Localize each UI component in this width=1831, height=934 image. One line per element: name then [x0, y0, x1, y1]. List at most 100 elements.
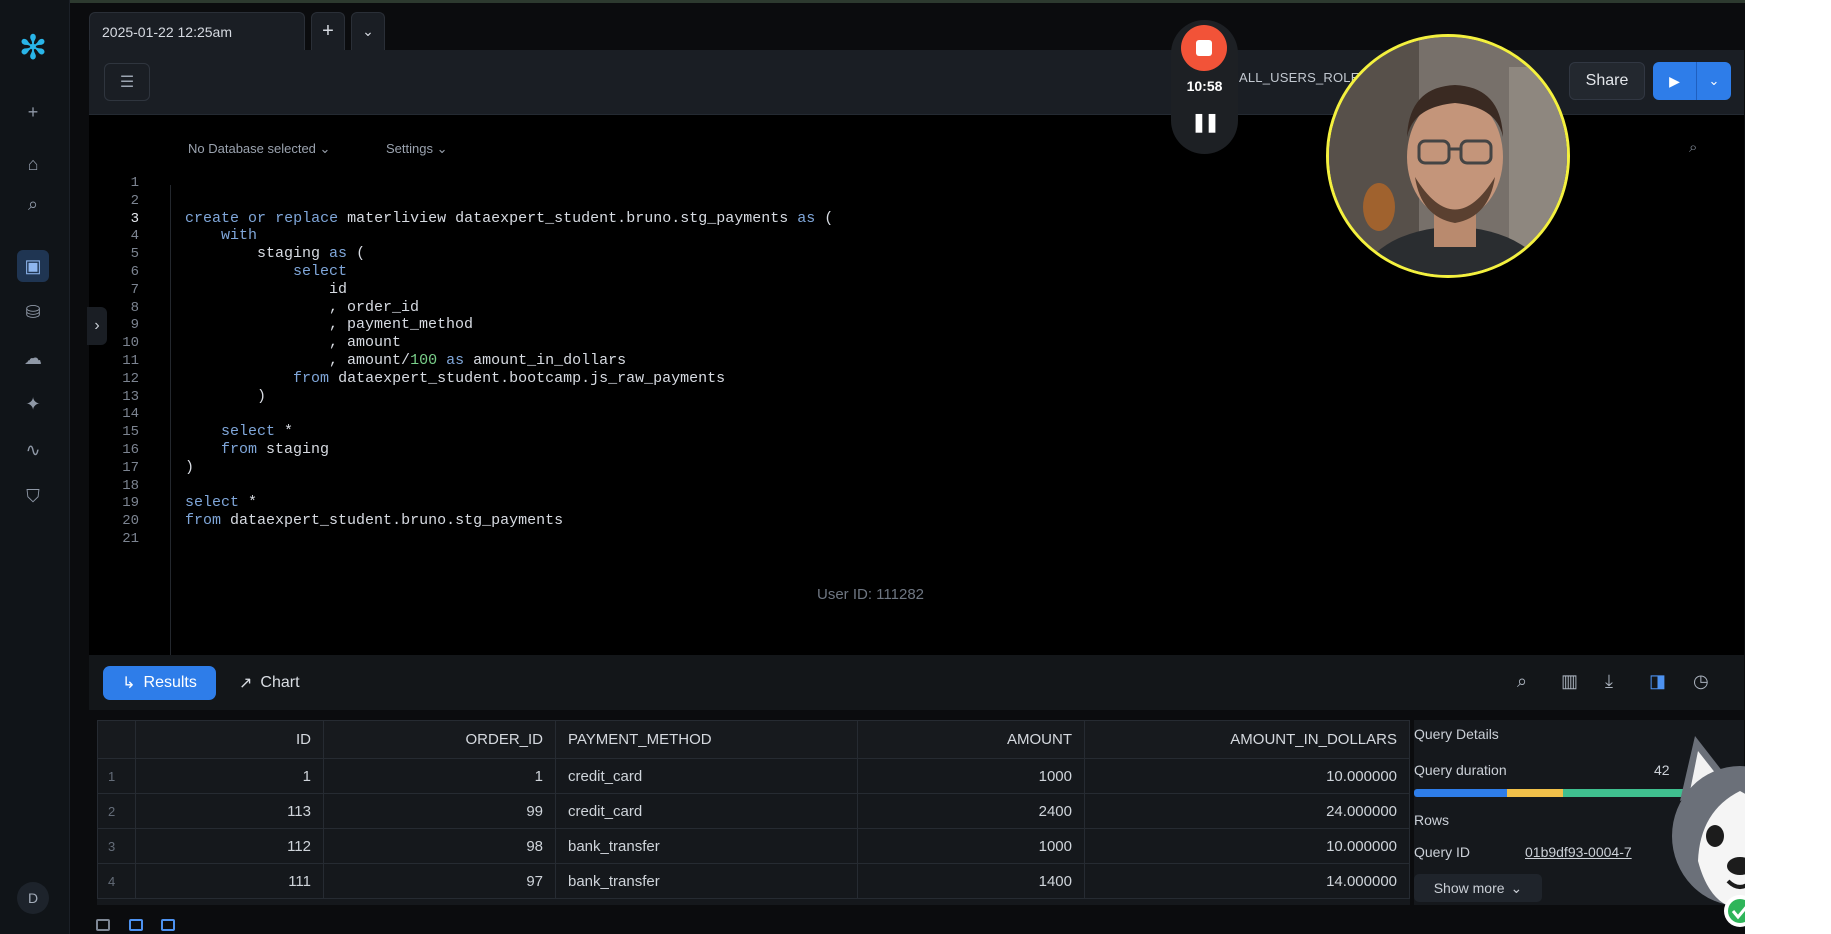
share-button[interactable]: Share	[1569, 62, 1645, 100]
table-cell[interactable]: 1000	[857, 758, 1085, 794]
run-options-button[interactable]: ⌄	[1697, 62, 1731, 100]
search-results-icon[interactable]: ⌕	[1517, 671, 1527, 692]
table-cell[interactable]: 10.000000	[1084, 758, 1410, 794]
screen-recorder-widget: 10:58 ❚❚	[1171, 20, 1238, 154]
table-cell[interactable]: 98	[323, 828, 556, 864]
sql-keyword: select	[293, 263, 348, 280]
stop-icon	[1196, 40, 1212, 56]
scroll-thumb[interactable]	[1745, 0, 1831, 934]
columns-icon[interactable]: ▥	[1561, 671, 1578, 692]
table-cell[interactable]: 2400	[857, 793, 1085, 829]
webcam-person-image	[1329, 37, 1567, 275]
chevron-down-icon: ⌄	[319, 141, 331, 156]
layout-results-icon[interactable]	[161, 919, 175, 931]
search-icon[interactable]: ⌕	[17, 188, 49, 220]
rows-label: Rows	[1414, 812, 1450, 828]
column-header-id[interactable]: ID	[135, 720, 324, 759]
monitoring-activity-icon[interactable]: ∿	[17, 434, 49, 466]
table-row[interactable]: 1 1 1 credit_card 1000 10.000000	[97, 758, 1410, 794]
editor-search-icon[interactable]: ⌕	[1689, 139, 1697, 156]
row-number: 2	[97, 793, 136, 829]
layout-editor-icon[interactable]	[129, 919, 143, 931]
show-more-button[interactable]: Show more ⌄	[1414, 874, 1542, 902]
snowflake-logo-icon[interactable]: ✻	[13, 28, 53, 68]
table-cell[interactable]: 1000	[857, 828, 1085, 864]
table-cell[interactable]: 10.000000	[1084, 828, 1410, 864]
pause-recording-button[interactable]: ❚❚	[1171, 112, 1238, 133]
create-plus-icon[interactable]: +	[17, 96, 49, 128]
database-selector-label: No Database selected	[188, 141, 316, 156]
line-number: 21	[122, 531, 139, 547]
table-cell[interactable]: 14.000000	[1084, 863, 1410, 899]
worksheets-icon[interactable]: ▣	[17, 250, 49, 282]
chart-tab-label: Chart	[260, 674, 300, 691]
sql-keyword: from	[221, 441, 258, 458]
row-number: 4	[97, 863, 136, 899]
duration-segment-queue	[1507, 789, 1563, 797]
query-id-link[interactable]: 01b9df93-0004-7	[1525, 844, 1632, 860]
table-row[interactable]: 4 111 97 bank_transfer 1400 14.000000	[97, 863, 1410, 899]
table-cell[interactable]: 97	[323, 863, 556, 899]
sql-keyword: from	[293, 369, 330, 387]
run-button-group: ▶ ⌄	[1653, 62, 1731, 100]
details-panel-toggle-icon[interactable]: ◨	[1649, 671, 1666, 692]
code-text: )	[185, 458, 195, 476]
table-cell[interactable]: 1400	[857, 863, 1085, 899]
tabs-dropdown-button[interactable]: ⌄	[351, 12, 385, 50]
table-row[interactable]: 2 113 99 credit_card 2400 24.000000	[97, 793, 1410, 829]
column-header-payment-method[interactable]: PAYMENT_METHOD	[555, 720, 858, 759]
app-window: ✻ + ⌂ ⌕ ▣ ⛁ ☁ ✦ ∿ ⛉ D 2025-01-22 12:25am…	[0, 0, 1831, 934]
table-cell[interactable]: 99	[323, 793, 556, 829]
table-cell[interactable]: 112	[135, 828, 324, 864]
column-header-order-id[interactable]: ORDER_ID	[323, 720, 556, 759]
table-cell[interactable]: 111	[135, 863, 324, 899]
sql-keyword: replace	[275, 209, 339, 227]
data-database-icon[interactable]: ⛁	[17, 296, 49, 328]
sql-keyword: select	[221, 423, 276, 441]
sql-keyword: as	[446, 352, 465, 369]
code-text: from dataexpert_student.bootcamp.js_raw_…	[293, 369, 726, 387]
column-header-amount-in-dollars[interactable]: AMOUNT_IN_DOLLARS	[1084, 720, 1410, 759]
header-row: ID ORDER_ID PAYMENT_METHOD AMOUNT AMOUNT…	[97, 720, 1410, 759]
gutter-divider	[170, 185, 171, 655]
database-selector[interactable]: No Database selected ⌄	[188, 141, 330, 157]
settings-selector[interactable]: Settings ⌄	[386, 141, 448, 157]
left-nav-rail: ✻ + ⌂ ⌕ ▣ ⛁ ☁ ✦ ∿ ⛉ D	[0, 0, 70, 934]
governance-shield-icon[interactable]: ⛉	[17, 480, 49, 512]
results-tab[interactable]: ↳ Results	[103, 666, 216, 700]
layout-left-icon[interactable]	[96, 919, 110, 931]
results-toolbar: ↳ Results ↗ Chart ⌕ ▥ ⤓ ◨ ◷	[89, 655, 1744, 710]
table-cell[interactable]: bank_transfer	[555, 863, 858, 899]
run-button[interactable]: ▶	[1653, 62, 1697, 100]
results-body: 1 1 1 credit_card 1000 10.000000 2 113 99 credit_…	[97, 758, 1410, 899]
table-cell[interactable]: 24.000000	[1084, 793, 1410, 829]
sql-keyword: with	[221, 227, 258, 245]
play-icon: ▶	[1669, 72, 1680, 89]
column-header-amount[interactable]: AMOUNT	[857, 720, 1085, 759]
user-id-watermark: User ID: 111282	[817, 586, 924, 603]
user-avatar[interactable]: D	[17, 882, 49, 914]
add-tab-button[interactable]: +	[311, 12, 345, 50]
table-cell[interactable]: 1	[135, 758, 324, 794]
table-cell[interactable]: 1	[323, 758, 556, 794]
worksheet-tab[interactable]: 2025-01-22 12:25am	[89, 12, 305, 50]
results-arrow-icon: ↳	[122, 675, 136, 692]
table-cell[interactable]: credit_card	[555, 758, 858, 794]
webcam-bubble	[1326, 34, 1570, 278]
role-selector[interactable]: ALL_USERS_ROLE	[1239, 70, 1360, 85]
home-icon[interactable]: ⌂	[17, 148, 49, 180]
chart-tab[interactable]: ↗ Chart	[239, 666, 300, 700]
query-duration-label: Query duration	[1414, 762, 1507, 778]
row-number: 3	[97, 828, 136, 864]
ai-sparkle-icon[interactable]: ✦	[17, 388, 49, 420]
cloud-icon[interactable]: ☁	[17, 342, 49, 374]
chevron-down-icon: ⌄	[1510, 879, 1523, 896]
history-clock-icon[interactable]: ◷	[1693, 671, 1709, 692]
table-cell[interactable]: bank_transfer	[555, 828, 858, 864]
download-icon[interactable]: ⤓	[1605, 671, 1613, 692]
table-cell[interactable]: 113	[135, 793, 324, 829]
stop-recording-button[interactable]	[1181, 25, 1227, 71]
filters-button[interactable]: ☰	[104, 63, 150, 101]
table-cell[interactable]: credit_card	[555, 793, 858, 829]
table-row[interactable]: 3 112 98 bank_transfer 1000 10.000000	[97, 828, 1410, 864]
